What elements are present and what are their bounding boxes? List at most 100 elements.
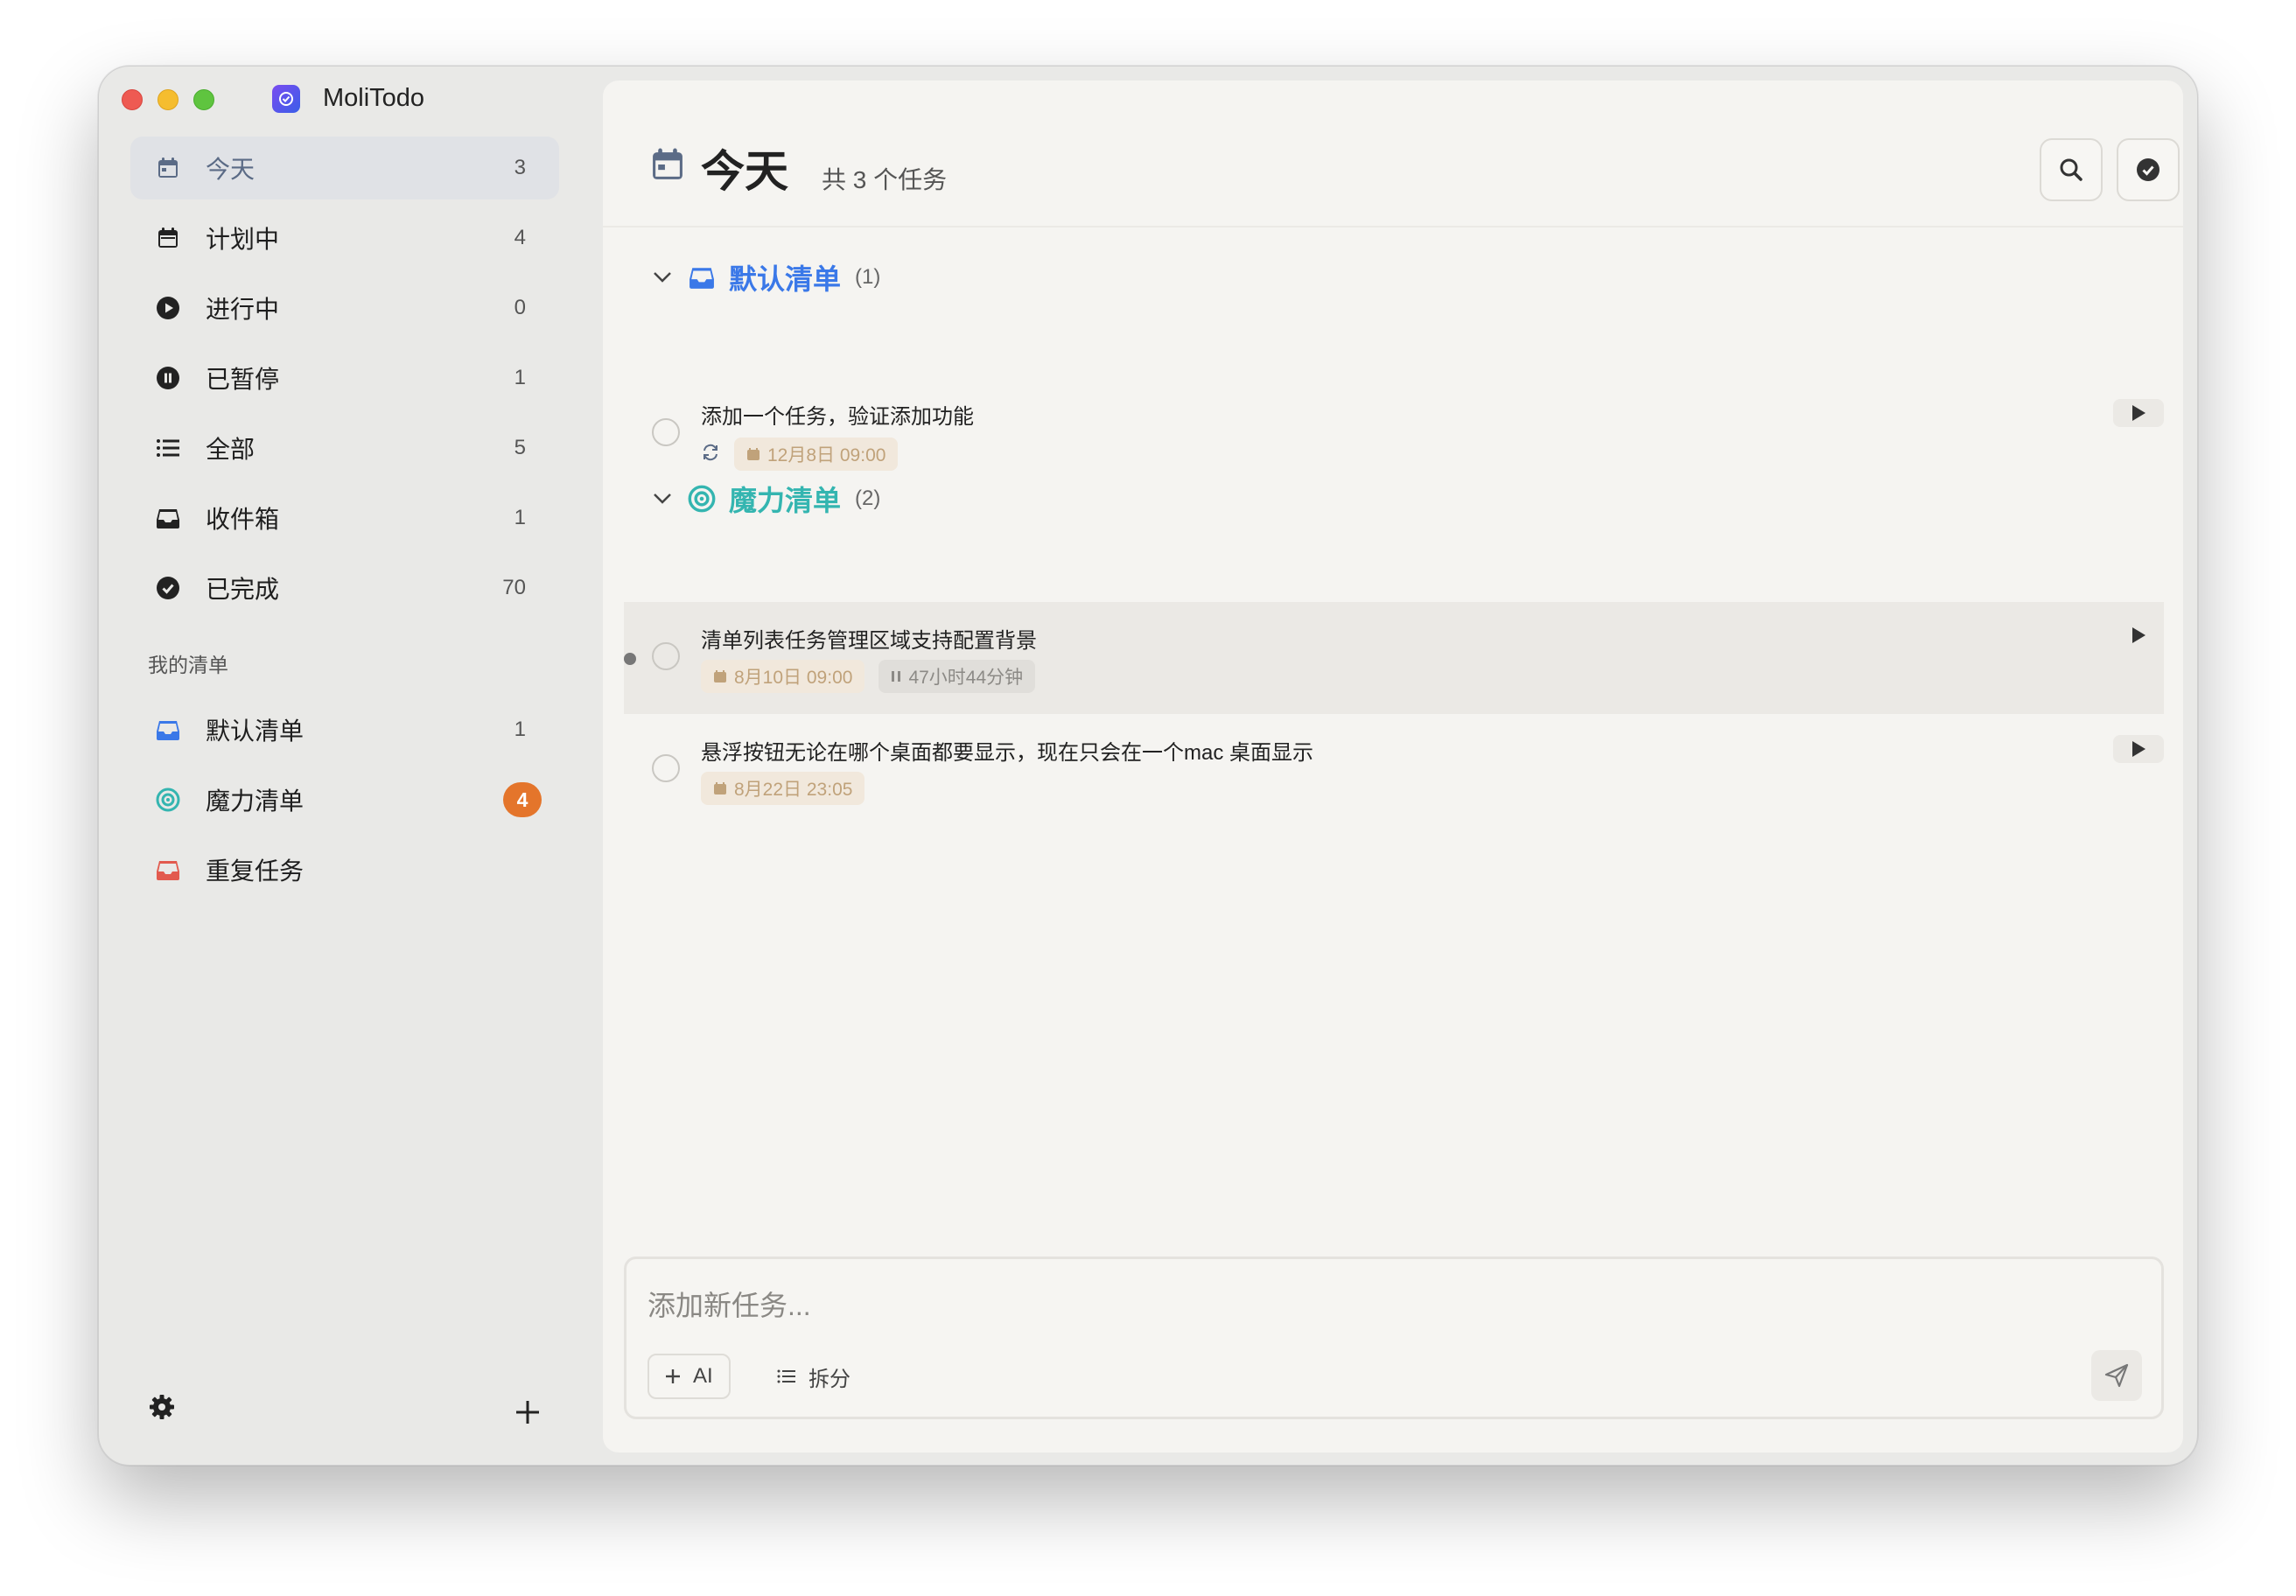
sidebar: MoliTodo 今天 3 计划中 4 进行中 0 已暂停 1 全部 5 收件箱… xyxy=(99,66,603,1465)
task-checkbox[interactable] xyxy=(652,642,680,670)
nav-item-count: 0 xyxy=(514,296,526,319)
task-date: 12月8日 09:00 xyxy=(767,445,886,466)
search-icon xyxy=(2060,158,2082,181)
group-header-default[interactable]: 默认清单 (1) xyxy=(650,257,880,298)
pause-circle-icon xyxy=(153,363,183,393)
split-button[interactable]: 拆分 xyxy=(766,1354,861,1399)
calendar-icon xyxy=(153,223,183,253)
list-item-label: 默认清单 xyxy=(206,718,304,745)
main-panel: 今天 共 3 个任务 默认清单 (1) 添加一个任务，验证添加功能 12月8日 … xyxy=(603,80,2183,1452)
nav-item-inbox[interactable]: 收件箱 1 xyxy=(130,486,559,550)
task-title: 清单列表任务管理区域支持配置背景 xyxy=(701,629,1037,653)
settings-button[interactable] xyxy=(144,1390,179,1424)
calendar-icon xyxy=(714,782,726,794)
task-checkbox[interactable] xyxy=(652,754,680,782)
my-lists: 默认清单 1 魔力清单 4 重复任务 xyxy=(130,698,559,908)
ai-button[interactable]: AI xyxy=(648,1354,731,1399)
show-completed-button[interactable] xyxy=(2117,138,2180,201)
task-meta: 8月22日 23:05 xyxy=(701,772,865,805)
page-header: 今天 共 3 个任务 xyxy=(603,80,2183,228)
app-window: MoliTodo 今天 3 计划中 4 进行中 0 已暂停 1 全部 5 收件箱… xyxy=(98,66,2198,1466)
group-name: 魔力清单 xyxy=(729,485,842,516)
zoom-window-button[interactable] xyxy=(193,89,214,110)
inbox-icon xyxy=(153,715,183,745)
list-icon xyxy=(153,433,183,463)
check-circle-icon xyxy=(153,573,183,603)
send-button[interactable] xyxy=(2091,1350,2142,1401)
list-item-count: 1 xyxy=(514,718,526,741)
nav-item-count: 5 xyxy=(514,436,526,459)
calendar-icon xyxy=(650,147,685,186)
nav-item-count: 4 xyxy=(514,226,526,249)
start-task-button[interactable] xyxy=(2113,735,2164,763)
group-name: 默认清单 xyxy=(729,263,842,295)
nav-item-count: 1 xyxy=(514,506,526,529)
nav-item-in-progress[interactable]: 进行中 0 xyxy=(130,276,559,340)
list-icon xyxy=(777,1369,795,1383)
send-icon xyxy=(2104,1363,2129,1388)
app-title-bar: MoliTodo xyxy=(272,84,424,113)
close-window-button[interactable] xyxy=(122,89,143,110)
start-task-button[interactable] xyxy=(2113,621,2164,649)
task-date-chip: 8月10日 09:00 xyxy=(701,660,865,693)
nav-item-label: 收件箱 xyxy=(206,506,280,533)
gear-icon xyxy=(150,1395,174,1419)
nav-item-count: 70 xyxy=(502,576,526,599)
task-duration-chip: 47小时44分钟 xyxy=(878,660,1036,693)
task-title: 添加一个任务，验证添加功能 xyxy=(701,405,974,429)
list-item-label: 魔力清单 xyxy=(206,788,304,815)
task-row[interactable]: 添加一个任务，验证添加功能 12月8日 09:00 xyxy=(624,378,2164,490)
list-item-magic[interactable]: 魔力清单 4 xyxy=(130,768,559,831)
nav-item-today[interactable]: 今天 3 xyxy=(130,136,559,200)
nav-item-label: 进行中 xyxy=(206,296,280,323)
repeat-icon xyxy=(701,443,720,466)
play-circle-icon xyxy=(153,293,183,323)
drag-handle-dot[interactable] xyxy=(624,653,636,665)
chevron-down-icon[interactable] xyxy=(650,486,675,511)
start-task-button[interactable] xyxy=(2113,399,2164,427)
task-checkbox[interactable] xyxy=(652,418,680,446)
calendar-icon xyxy=(153,153,183,183)
list-item-repeat[interactable]: 重复任务 xyxy=(130,838,559,901)
my-lists-heading: 我的清单 xyxy=(148,654,228,676)
nav-item-all[interactable]: 全部 5 xyxy=(130,416,559,480)
group-count: (1) xyxy=(855,265,881,289)
play-icon xyxy=(2132,627,2146,643)
task-row[interactable]: 悬浮按钮无论在哪个桌面都要显示，现在只会在一个mac 桌面显示 8月22日 23… xyxy=(624,714,2164,826)
nav-item-planned[interactable]: 计划中 4 xyxy=(130,206,559,270)
target-icon xyxy=(153,785,183,815)
task-date-chip: 12月8日 09:00 xyxy=(734,438,899,471)
list-item-default[interactable]: 默认清单 1 xyxy=(130,698,559,761)
inbox-icon xyxy=(687,262,717,292)
add-list-button[interactable] xyxy=(510,1395,545,1430)
plus-icon xyxy=(666,1369,680,1383)
list-item-label: 重复任务 xyxy=(206,858,304,885)
task-date: 8月10日 09:00 xyxy=(734,668,853,688)
inbox-icon xyxy=(153,503,183,533)
ai-button-label: AI xyxy=(693,1364,713,1388)
nav-item-label: 计划中 xyxy=(206,226,280,253)
minimize-window-button[interactable] xyxy=(158,89,178,110)
nav-item-completed[interactable]: 已完成 70 xyxy=(130,556,559,620)
pause-icon xyxy=(892,671,901,682)
chevron-down-icon[interactable] xyxy=(650,265,675,290)
search-button[interactable] xyxy=(2040,138,2103,201)
nav-item-count: 1 xyxy=(514,366,526,389)
task-row[interactable]: 清单列表任务管理区域支持配置背景 8月10日 09:00 47小时44分钟 xyxy=(624,602,2164,714)
task-title: 悬浮按钮无论在哪个桌面都要显示，现在只会在一个mac 桌面显示 xyxy=(701,741,1314,765)
group-header-magic[interactable]: 魔力清单 (2) xyxy=(650,479,880,519)
play-icon xyxy=(2132,741,2146,757)
task-date-chip: 8月22日 23:05 xyxy=(701,772,865,805)
nav-item-label: 已完成 xyxy=(206,576,280,603)
app-title: MoliTodo xyxy=(323,84,425,112)
nav-item-label: 今天 xyxy=(206,156,256,183)
task-total: 共 3 个任务 xyxy=(822,166,948,193)
nav-item-paused[interactable]: 已暂停 1 xyxy=(130,346,559,410)
new-task-input[interactable]: 添加新任务... xyxy=(648,1284,811,1324)
list-item-badge: 4 xyxy=(503,782,542,817)
group-count: (2) xyxy=(855,486,881,510)
task-duration: 47小时44分钟 xyxy=(908,668,1024,688)
play-icon xyxy=(2132,405,2146,421)
nav-item-label: 已暂停 xyxy=(206,366,280,393)
inbox-icon xyxy=(153,855,183,885)
